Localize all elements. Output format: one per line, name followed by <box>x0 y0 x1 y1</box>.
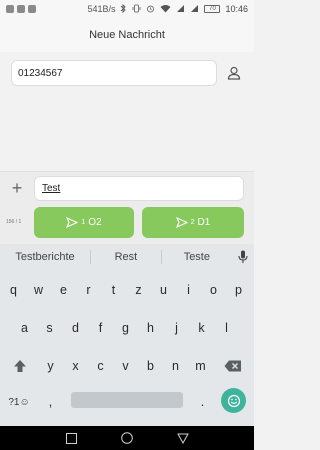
smiley-icon <box>227 394 240 407</box>
carrier-label: D1 <box>197 217 211 228</box>
backspace-icon <box>224 360 241 372</box>
wifi-icon <box>160 4 171 15</box>
carrier-label: O2 <box>88 217 102 228</box>
period-key[interactable]: . <box>190 387 215 417</box>
comma-key[interactable]: , <box>38 387 63 417</box>
key-q[interactable]: q <box>1 275 26 305</box>
contacts-button[interactable] <box>225 64 243 82</box>
sim-number: 2 <box>190 219 195 226</box>
key-b[interactable]: b <box>138 351 163 381</box>
key-c[interactable]: c <box>88 351 113 381</box>
key-x[interactable]: x <box>63 351 88 381</box>
space-key[interactable] <box>71 392 183 408</box>
signal-icon-1 <box>176 4 185 15</box>
key-j[interactable]: j <box>164 313 189 343</box>
suggestion-item[interactable]: Teste <box>162 251 232 263</box>
message-text: Test <box>42 183 61 194</box>
signal-icon-2 <box>190 4 199 15</box>
key-i[interactable]: i <box>176 275 201 305</box>
sim-number: 1 <box>81 219 86 226</box>
status-bar: 541B/s 70 10:46 <box>0 0 254 18</box>
keyboard: q w e r t z u i o p a s d f g h j k l y … <box>0 270 254 426</box>
shift-icon <box>14 360 26 372</box>
message-composer: + Test 156 / 1 1 O2 2 D1 <box>0 172 254 244</box>
message-input[interactable]: Test <box>34 176 244 201</box>
shift-key[interactable] <box>6 351 34 381</box>
key-a[interactable]: a <box>12 313 37 343</box>
app-notification-icon <box>6 5 14 13</box>
send-icon <box>66 217 79 228</box>
emoji-enter-button[interactable] <box>221 388 246 413</box>
key-v[interactable]: v <box>113 351 138 381</box>
symbols-key[interactable]: ?1☺ <box>4 387 34 417</box>
key-w[interactable]: w <box>26 275 51 305</box>
app-notification-icon <box>28 5 36 13</box>
key-e[interactable]: e <box>51 275 76 305</box>
key-k[interactable]: k <box>189 313 214 343</box>
plus-icon: + <box>11 178 23 198</box>
key-t[interactable]: t <box>101 275 126 305</box>
home-button[interactable] <box>120 431 134 445</box>
clock: 10:46 <box>225 4 248 14</box>
key-s[interactable]: s <box>37 313 62 343</box>
recent-apps-button[interactable] <box>64 431 78 445</box>
send-icon <box>175 217 188 228</box>
navigation-bar <box>0 426 254 450</box>
microphone-icon <box>238 250 248 263</box>
key-d[interactable]: d <box>63 313 88 343</box>
network-speed: 541B/s <box>87 4 116 14</box>
character-counter: 156 / 1 <box>6 219 22 225</box>
app-header: Neue Nachricht <box>0 18 254 52</box>
person-icon <box>227 66 241 80</box>
circle-icon <box>121 432 133 444</box>
key-f[interactable]: f <box>88 313 113 343</box>
vibrate-icon <box>132 4 141 15</box>
bluetooth-icon <box>120 3 127 15</box>
key-p[interactable]: p <box>226 275 251 305</box>
notification-icons <box>6 5 36 13</box>
battery-icon: 70 <box>204 5 221 13</box>
key-z[interactable]: z <box>126 275 151 305</box>
backspace-key[interactable] <box>219 351 247 381</box>
key-g[interactable]: g <box>113 313 138 343</box>
voice-input-button[interactable] <box>232 250 254 264</box>
add-attachment-button[interactable]: + <box>9 178 25 198</box>
suggestion-item[interactable]: Testberichte <box>0 251 90 263</box>
square-icon <box>65 432 77 444</box>
key-o[interactable]: o <box>201 275 226 305</box>
key-y[interactable]: y <box>38 351 63 381</box>
suggestion-bar: Testberichte Rest Teste <box>0 244 254 270</box>
page-title: Neue Nachricht <box>89 29 165 41</box>
key-n[interactable]: n <box>163 351 188 381</box>
send-sim1-button[interactable]: 1 O2 <box>34 207 134 238</box>
send-sim2-button[interactable]: 2 D1 <box>142 207 244 238</box>
key-h[interactable]: h <box>138 313 163 343</box>
key-u[interactable]: u <box>151 275 176 305</box>
triangle-back-icon <box>177 433 189 444</box>
alarm-icon <box>146 4 155 15</box>
recipient-input[interactable] <box>11 60 217 86</box>
key-m[interactable]: m <box>188 351 213 381</box>
suggestion-item[interactable]: Rest <box>91 251 161 263</box>
back-button[interactable] <box>176 431 190 445</box>
facebook-icon <box>17 5 25 13</box>
key-l[interactable]: l <box>214 313 239 343</box>
recipient-area <box>0 52 254 172</box>
key-r[interactable]: r <box>76 275 101 305</box>
